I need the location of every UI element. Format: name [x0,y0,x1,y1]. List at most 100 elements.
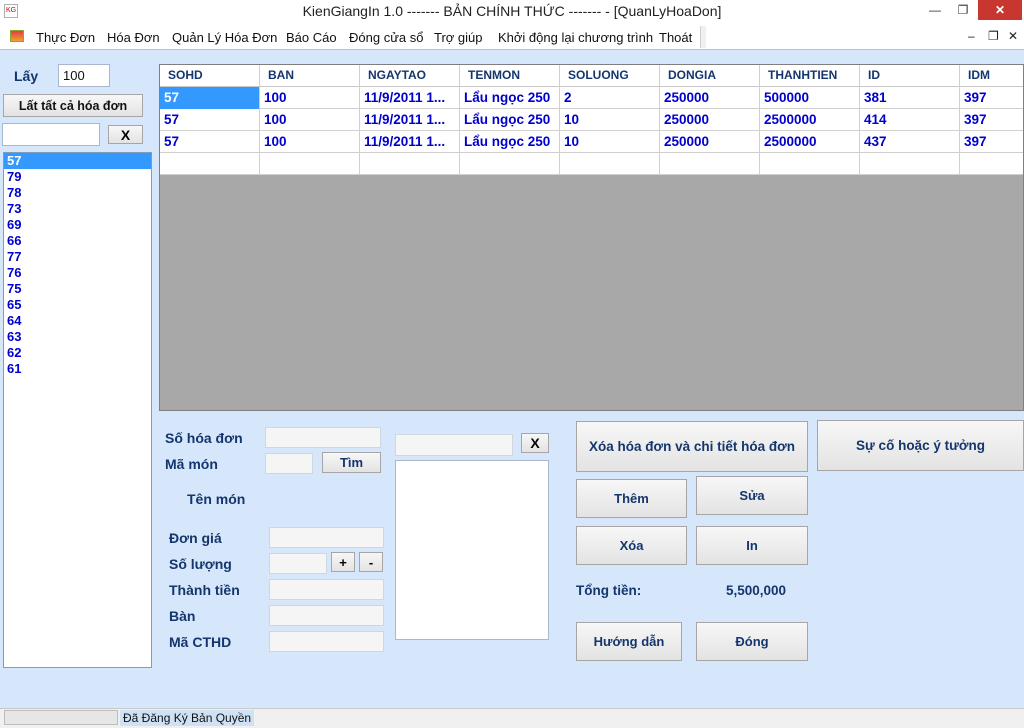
table-cell[interactable] [860,153,960,175]
them-button[interactable]: Thêm [576,479,687,518]
table-cell[interactable] [460,153,560,175]
list-item[interactable]: 66 [4,233,151,249]
menu-thoat[interactable]: Thoát [659,30,692,45]
column-header-ban[interactable]: BAN [260,65,360,87]
mdi-minimize-button[interactable]: – [968,29,975,43]
table-cell[interactable] [560,153,660,175]
ma-cthd-field[interactable] [269,631,384,652]
minimize-window-button[interactable]: — [920,0,950,20]
close-window-button[interactable]: ✕ [978,0,1022,20]
show-all-invoices-button[interactable]: Lất tất cả hóa đơn [3,94,143,117]
table-row[interactable]: 57 100 11/9/2011 1... Lẩu ngọc 250 2 250… [160,87,1023,109]
table-row[interactable]: 57 100 11/9/2011 1... Lẩu ngọc 250 10 25… [160,109,1023,131]
list-item[interactable]: 57 [4,153,151,169]
table-cell[interactable]: Lẩu ngọc 250 [460,87,560,109]
so-hoa-don-field[interactable] [265,427,381,448]
table-cell[interactable]: 397 [960,109,1023,131]
food-search-input[interactable] [395,434,513,456]
invoice-list[interactable]: 57 79 78 73 69 66 77 76 75 65 64 63 62 6… [3,152,152,668]
table-cell[interactable] [260,153,360,175]
table-cell[interactable]: 397 [960,131,1023,153]
food-clear-button[interactable]: X [521,433,549,453]
tim-button[interactable]: Tìm [322,452,381,473]
table-cell[interactable]: 10 [560,131,660,153]
column-header-soluong[interactable]: SOLUONG [560,65,660,87]
table-cell[interactable] [360,153,460,175]
document-icon[interactable] [10,30,24,42]
table-cell[interactable]: 500000 [760,87,860,109]
table-cell[interactable]: Lẩu ngọc 250 [460,109,560,131]
table-cell[interactable]: 250000 [660,87,760,109]
column-header-thanhtien[interactable]: THANHTIEN [760,65,860,87]
ban-field[interactable] [269,605,384,626]
column-header-sohd[interactable]: SOHD [160,65,260,87]
in-button[interactable]: In [696,526,808,565]
table-cell[interactable]: 381 [860,87,960,109]
list-item[interactable]: 69 [4,217,151,233]
column-header-tenmon[interactable]: TENMON [460,65,560,87]
xoa-button[interactable]: Xóa [576,526,687,565]
mdi-restore-button[interactable]: ❐ [988,29,999,43]
table-cell[interactable]: 11/9/2011 1... [360,131,460,153]
don-gia-field[interactable] [269,527,384,548]
menu-bao-cao[interactable]: Báo Cáo [286,30,337,45]
table-row[interactable]: 57 100 11/9/2011 1... Lẩu ngọc 250 10 25… [160,131,1023,153]
menu-dong-cua-so[interactable]: Đóng cửa sổ [349,30,423,45]
table-cell[interactable]: 11/9/2011 1... [360,109,460,131]
table-cell[interactable]: 397 [960,87,1023,109]
table-cell[interactable]: 100 [260,87,360,109]
decrease-quantity-button[interactable]: - [359,552,383,572]
table-cell[interactable]: 250000 [660,109,760,131]
list-item[interactable]: 65 [4,297,151,313]
list-item[interactable]: 61 [4,361,151,377]
thanh-tien-field[interactable] [269,579,384,600]
table-cell[interactable]: 250000 [660,131,760,153]
menu-khoi-dong-lai[interactable]: Khởi động lại chương trình [498,30,653,45]
report-issue-button[interactable]: Sự cố hoặc ý tưởng [817,420,1024,471]
invoice-detail-grid[interactable]: SOHD BAN NGAYTAO TENMON SOLUONG DONGIA T… [159,64,1024,411]
list-item[interactable]: 78 [4,185,151,201]
table-cell[interactable]: 11/9/2011 1... [360,87,460,109]
menu-hoa-don[interactable]: Hóa Đơn [107,30,160,45]
menu-thuc-don[interactable]: Thực Đơn [36,30,95,45]
huong-dan-button[interactable]: Hướng dẫn [576,622,682,661]
dong-button[interactable]: Đóng [696,622,808,661]
table-cell[interactable]: 437 [860,131,960,153]
table-cell[interactable]: 100 [260,131,360,153]
table-cell[interactable]: 2500000 [760,131,860,153]
list-item[interactable]: 75 [4,281,151,297]
column-header-id[interactable]: ID [860,65,960,87]
so-luong-field[interactable] [269,553,327,574]
table-new-row[interactable] [160,153,1023,175]
food-list[interactable] [395,460,549,640]
menu-tro-giup[interactable]: Trợ giúp [434,30,483,45]
list-item[interactable]: 79 [4,169,151,185]
table-cell[interactable]: Lẩu ngọc 250 [460,131,560,153]
mdi-close-button[interactable]: ✕ [1008,29,1018,43]
menu-quan-ly-hoa-don[interactable]: Quản Lý Hóa Đơn [172,30,277,45]
table-cell[interactable] [660,153,760,175]
table-cell[interactable]: 100 [260,109,360,131]
list-item[interactable]: 64 [4,313,151,329]
table-cell[interactable] [160,153,260,175]
table-cell[interactable]: 414 [860,109,960,131]
table-cell[interactable]: 10 [560,109,660,131]
column-header-idm[interactable]: IDM [960,65,1023,87]
delete-invoice-button[interactable]: Xóa hóa đơn và chi tiết hóa đơn [576,421,808,472]
table-cell[interactable]: 57 [160,109,260,131]
table-cell[interactable]: 2 [560,87,660,109]
list-item[interactable]: 73 [4,201,151,217]
table-cell[interactable]: 57 [160,87,260,109]
list-item[interactable]: 76 [4,265,151,281]
ma-mon-field[interactable] [265,453,313,474]
table-cell[interactable]: 57 [160,131,260,153]
column-header-ngaytao[interactable]: NGAYTAO [360,65,460,87]
invoice-search-input[interactable] [2,123,100,146]
increase-quantity-button[interactable]: + [331,552,355,572]
clear-search-button[interactable]: X [108,125,143,144]
list-item[interactable]: 77 [4,249,151,265]
list-item[interactable]: 62 [4,345,151,361]
table-cell[interactable]: 2500000 [760,109,860,131]
list-item[interactable]: 63 [4,329,151,345]
table-cell[interactable] [760,153,860,175]
